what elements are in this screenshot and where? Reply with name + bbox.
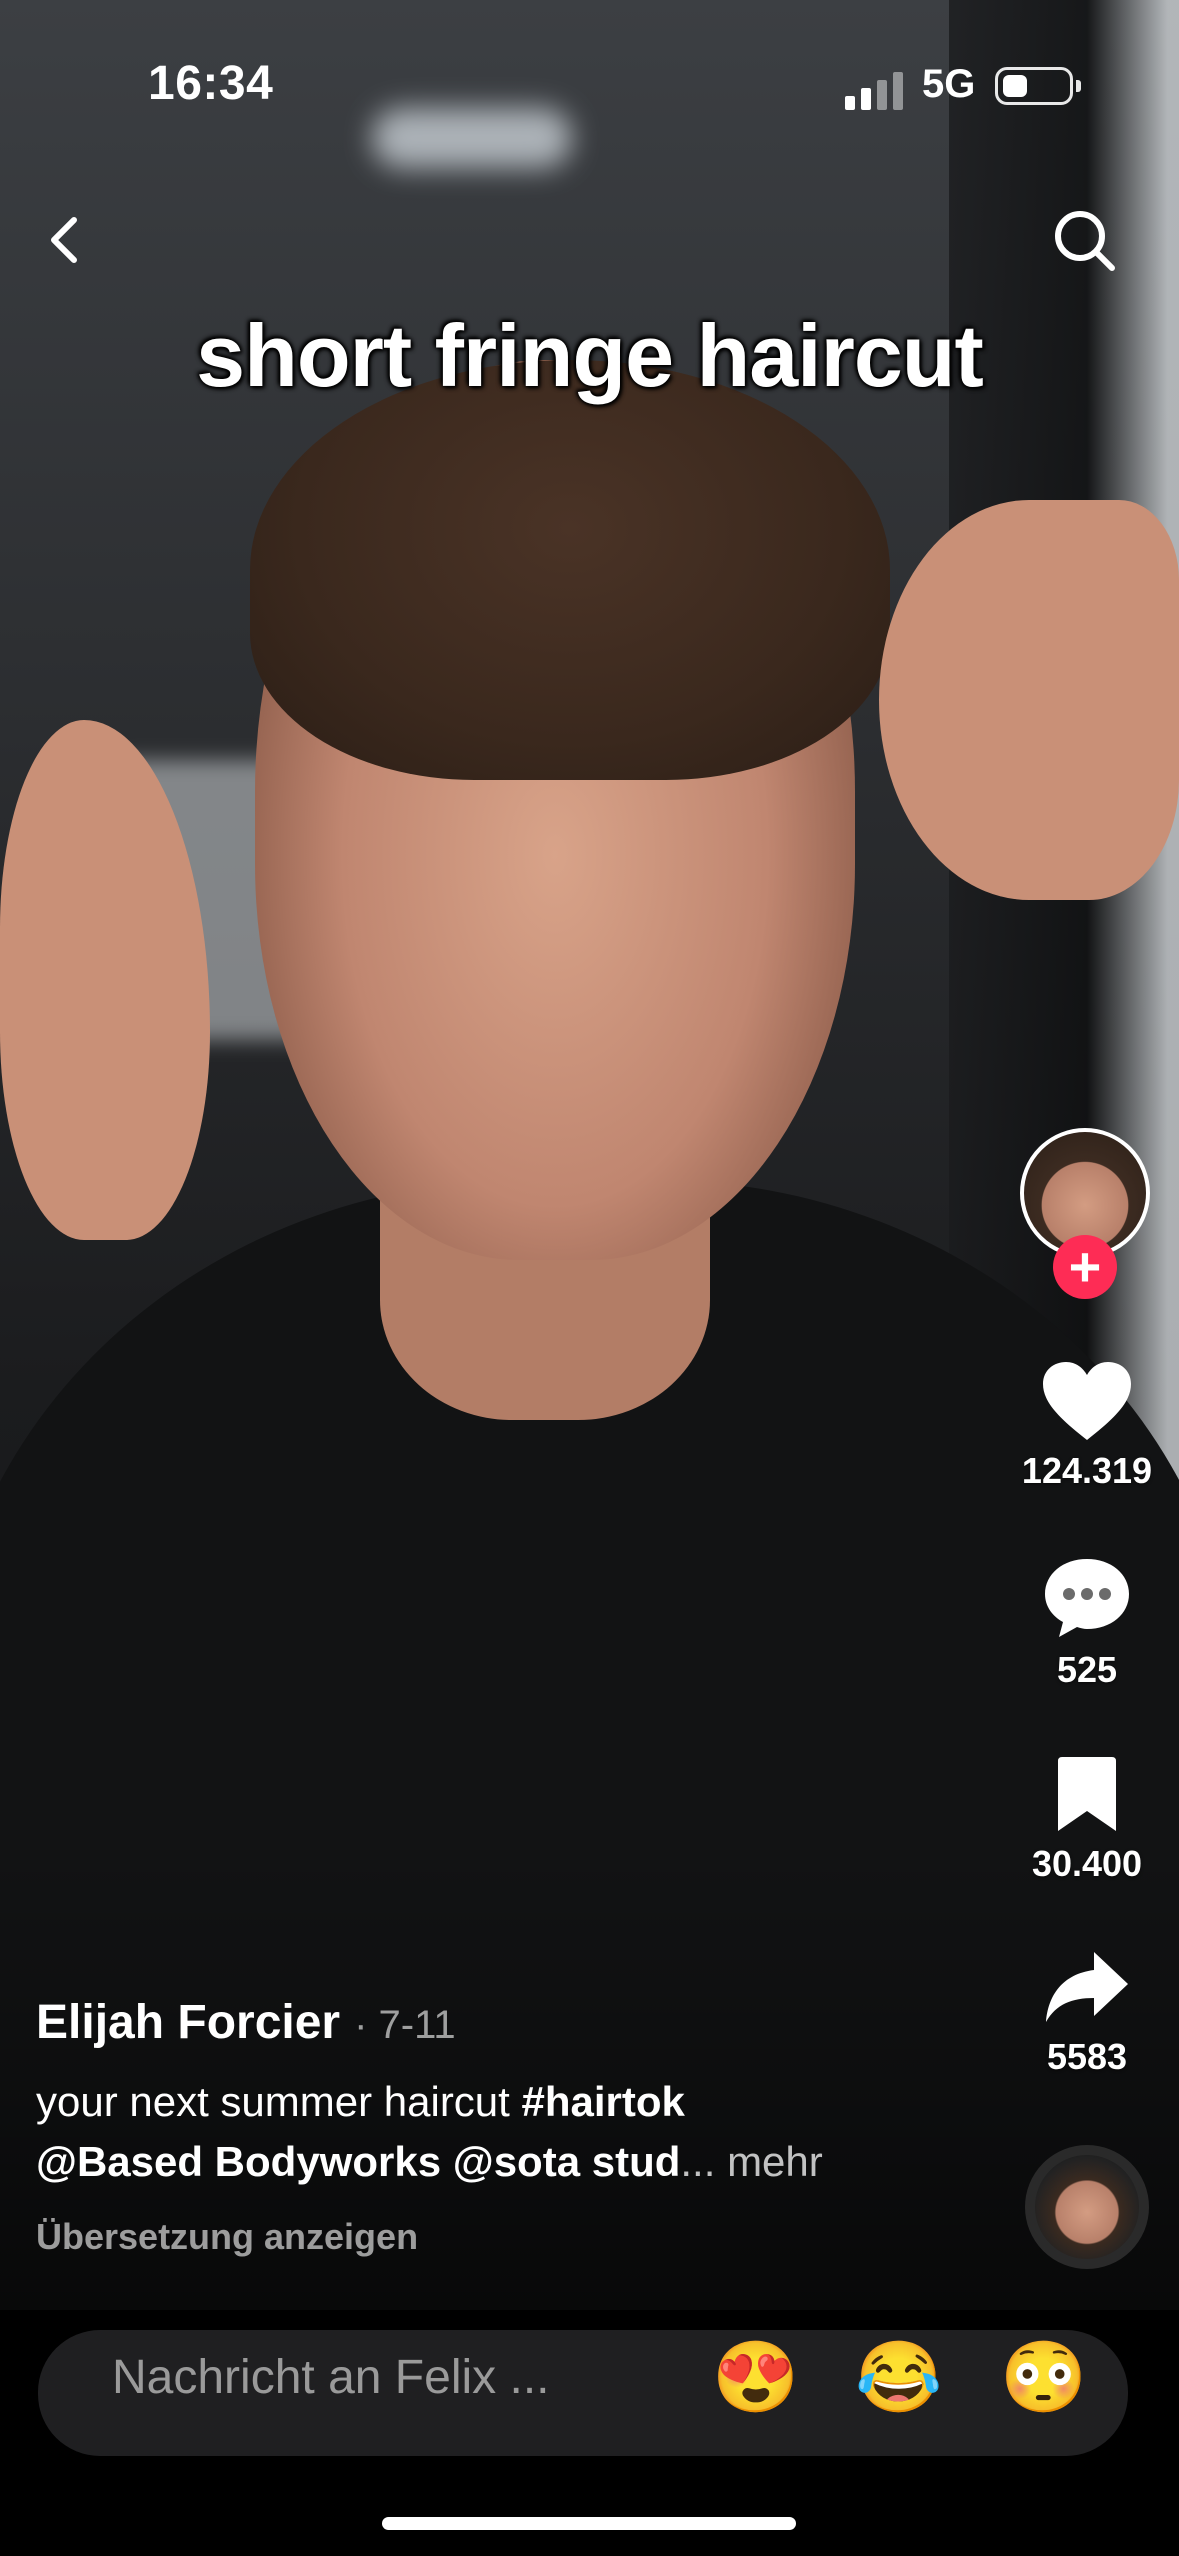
- save-count: 30.400: [1031, 1843, 1143, 1884]
- back-button[interactable]: [40, 210, 90, 270]
- comment-button[interactable]: 525: [1007, 1555, 1167, 1691]
- like-button[interactable]: 124.319: [1007, 1360, 1167, 1492]
- save-button[interactable]: 30.400: [1007, 1755, 1167, 1885]
- share-button[interactable]: 5583: [1007, 1948, 1167, 2078]
- status-time: 16:34: [148, 57, 274, 110]
- battery-icon: [995, 67, 1081, 105]
- home-indicator[interactable]: [382, 2517, 796, 2530]
- message-placeholder: Nachricht an Felix ...: [112, 2351, 550, 2404]
- heart-icon: [1043, 1362, 1131, 1440]
- like-count: 124.319: [1021, 1450, 1153, 1491]
- description-text: your next summer haircut: [36, 2078, 522, 2125]
- comment-icon: [1045, 1559, 1129, 1637]
- bookmark-icon: [1058, 1757, 1116, 1831]
- video-text-overlay: short fringe haircut: [196, 306, 984, 405]
- follow-button[interactable]: +: [1053, 1235, 1117, 1299]
- author-name[interactable]: Elijah Forcier: [36, 1995, 340, 2050]
- signal-icon: [845, 70, 905, 110]
- music-disc[interactable]: [1025, 2145, 1149, 2269]
- search-icon: [1055, 211, 1115, 271]
- screen: 16:34 5G short fringe haircut + 124.319: [0, 0, 1179, 2556]
- share-arrow-icon: [1046, 1952, 1128, 2022]
- mentions-link[interactable]: @Based Bodyworks @sota stud: [36, 2138, 680, 2185]
- post-description[interactable]: your next summer haircut #hairtok @Based…: [36, 2072, 936, 2192]
- status-bar: 16:34 5G: [0, 0, 1179, 160]
- post-caption: Elijah Forcier · 7-11 your next summer h…: [36, 1995, 936, 2258]
- comment-count: 525: [1056, 1649, 1118, 1690]
- network-label: 5G: [922, 62, 976, 106]
- more-link[interactable]: ... mehr: [680, 2138, 822, 2185]
- emoji-laughing[interactable]: 😂: [855, 2342, 942, 2412]
- share-count: 5583: [1046, 2036, 1128, 2077]
- post-date: · 7-11: [354, 2003, 456, 2047]
- hashtag-link[interactable]: #hairtok: [522, 2078, 685, 2125]
- show-translation-link[interactable]: Übersetzung anzeigen: [36, 2216, 936, 2258]
- search-button[interactable]: [1050, 206, 1120, 276]
- emoji-heart-eyes[interactable]: 😍: [712, 2342, 799, 2412]
- emoji-flushed[interactable]: 😳: [1000, 2342, 1087, 2412]
- chevron-left-icon: [51, 217, 77, 263]
